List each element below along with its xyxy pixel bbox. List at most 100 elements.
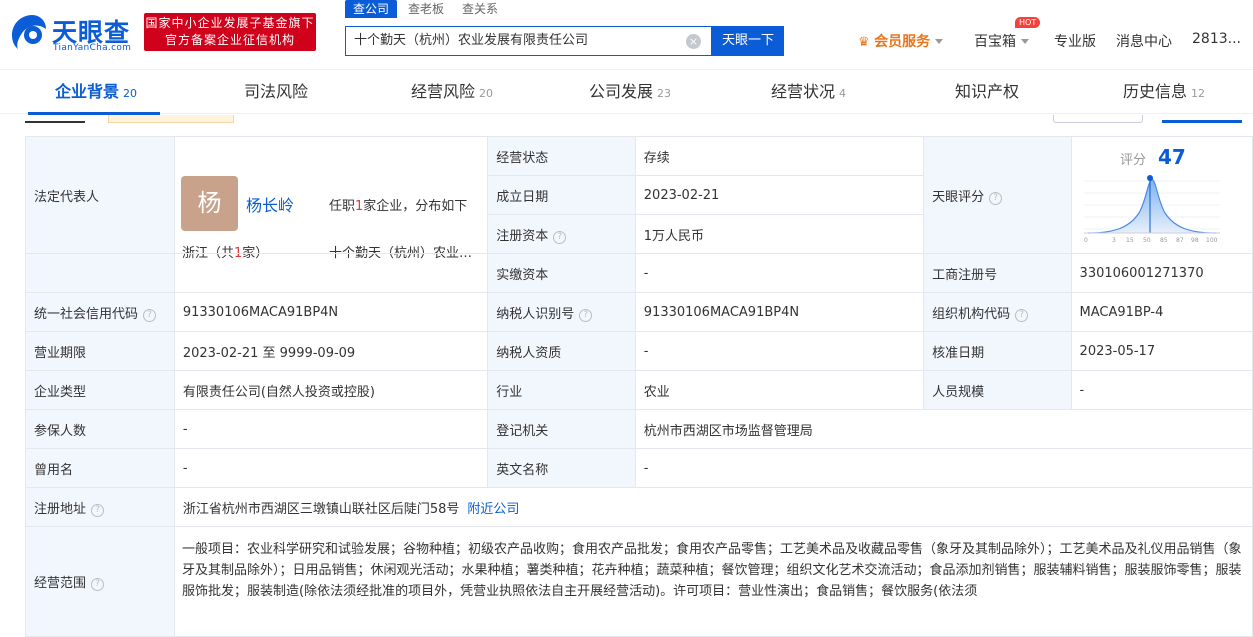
help-icon[interactable]: ? bbox=[989, 191, 1003, 205]
nearby-companies-link[interactable]: 附近公司 bbox=[467, 502, 519, 517]
reg-capital-label: 注册资本 bbox=[496, 228, 549, 244]
tax-id-value: 91330106MACA91BP4N bbox=[634, 292, 925, 332]
chevron-down-icon bbox=[1021, 39, 1029, 44]
score-distribution-chart: 0 3 15 50 85 87 98 100 bbox=[1083, 175, 1220, 244]
help-icon[interactable]: ? bbox=[553, 230, 567, 244]
reg-capital-value: 1万人民币 bbox=[634, 214, 925, 254]
user-menu[interactable]: 2813... bbox=[1192, 31, 1241, 47]
reg-address-label: 注册地址 bbox=[34, 501, 87, 517]
former-name-label: 曾用名 bbox=[25, 448, 175, 488]
reg-authority-value: 杭州市西湖区市场监督管理局 bbox=[634, 409, 1253, 449]
help-icon[interactable]: ? bbox=[1015, 308, 1029, 322]
paid-capital-label: 实缴资本 bbox=[487, 253, 636, 293]
search-box: × bbox=[345, 26, 712, 56]
legal-rep-cell-continued bbox=[173, 253, 489, 293]
reg-address-label-cell: 注册地址? bbox=[25, 487, 175, 527]
vip-label: 会员服务 bbox=[874, 34, 931, 50]
tab-count: 4 bbox=[839, 87, 847, 100]
tab-label: 企业背景 bbox=[55, 82, 120, 101]
export-button-fragment[interactable] bbox=[1053, 115, 1143, 123]
tab-label: 知识产权 bbox=[955, 82, 1020, 101]
tax-id-label: 纳税人识别号 bbox=[496, 306, 575, 322]
former-name-value: - bbox=[173, 448, 489, 488]
search-input[interactable] bbox=[354, 27, 684, 55]
score-label: 天眼评分 bbox=[932, 189, 985, 205]
score-axis-ticks: 0 3 15 50 85 87 98 100 bbox=[1084, 237, 1218, 244]
tab-history-info[interactable]: 历史信息 12 bbox=[1123, 80, 1205, 104]
taxpayer-qual-label: 纳税人资质 bbox=[487, 331, 636, 371]
insured-count-value: - bbox=[173, 409, 489, 449]
tab-legal-risk[interactable]: 司法风险 bbox=[244, 80, 312, 104]
approval-date-value: 2023-05-17 bbox=[1070, 331, 1253, 371]
credit-code-label: 统一社会信用代码 bbox=[34, 306, 139, 322]
tab-label: 公司发展 bbox=[589, 82, 654, 101]
help-icon[interactable]: ? bbox=[91, 578, 105, 591]
help-icon[interactable]: ? bbox=[143, 308, 157, 322]
badge-line2: 官方备案企业征信机构 bbox=[164, 33, 295, 47]
search-tab-relation[interactable]: 查关系 bbox=[462, 0, 498, 18]
org-code-label-cell: 组织机构代码? bbox=[923, 292, 1072, 332]
tab-company-background[interactable]: 企业背景 20 bbox=[55, 80, 137, 104]
english-name-value: - bbox=[634, 448, 1253, 488]
status-value: 存续 bbox=[634, 136, 925, 176]
pro-version-link[interactable]: 专业版 bbox=[1054, 31, 1096, 51]
credit-code-label-cell: 统一社会信用代码? bbox=[25, 292, 175, 332]
search-tab-boss[interactable]: 查老板 bbox=[408, 0, 444, 18]
industry-label: 行业 bbox=[487, 370, 636, 410]
business-scope-label-cell: 经营范围? bbox=[25, 526, 175, 637]
found-date-value: 2023-02-21 bbox=[634, 175, 925, 215]
business-term-label: 营业期限 bbox=[25, 331, 175, 371]
reg-number-label: 工商注册号 bbox=[923, 253, 1072, 293]
score-label-cell: 天眼评分? bbox=[923, 136, 1072, 254]
tab-operating-risk[interactable]: 经营风险 20 bbox=[411, 80, 493, 104]
english-name-label: 英文名称 bbox=[487, 448, 636, 488]
legal-rep-label-continued bbox=[25, 253, 175, 293]
tab-label: 司法风险 bbox=[244, 82, 309, 101]
company-type-label: 企业类型 bbox=[25, 370, 175, 410]
score-tick: 100 bbox=[1206, 237, 1218, 244]
score-marker-dot bbox=[1146, 175, 1153, 181]
treasure-label: 百宝箱 bbox=[974, 34, 1016, 50]
tab-operating-status[interactable]: 经营状况 4 bbox=[771, 80, 846, 104]
section-tag-fragment bbox=[108, 115, 234, 123]
treasure-box-menu[interactable]: 百宝箱 bbox=[974, 31, 1029, 51]
badge-line1: 国家中小企业发展子基金旗下 bbox=[145, 16, 315, 30]
company-type-value: 有限责任公司(自然人投资或控股) bbox=[173, 370, 489, 410]
score-tick: 87 bbox=[1176, 237, 1184, 244]
help-icon[interactable]: ? bbox=[579, 308, 593, 322]
reg-authority-label: 登记机关 bbox=[487, 409, 636, 449]
legal-rep-cell bbox=[173, 136, 489, 254]
score-curve-area bbox=[1087, 179, 1216, 233]
top-header: 天眼查 TianYanCha.com 国家中小企业发展子基金旗下 官方备案企业征… bbox=[0, 0, 1253, 70]
insured-count-label: 参保人数 bbox=[25, 409, 175, 449]
brand-mark-fragment bbox=[1162, 115, 1242, 123]
tab-count: 20 bbox=[123, 87, 138, 100]
tab-company-development[interactable]: 公司发展 23 bbox=[589, 80, 671, 104]
paid-capital-value: - bbox=[634, 253, 925, 293]
reg-number-value: 330106001271370 bbox=[1070, 253, 1253, 293]
tab-label: 经营状况 bbox=[771, 82, 836, 101]
found-date-label: 成立日期 bbox=[487, 175, 636, 215]
score-tick: 50 bbox=[1143, 237, 1151, 244]
search-tab-company[interactable]: 查公司 bbox=[345, 0, 398, 18]
score-tick: 3 bbox=[1112, 237, 1116, 244]
org-code-value: MACA91BP-4 bbox=[1070, 292, 1253, 332]
reg-address-cell: 浙江省杭州市西湖区三墩镇山联社区后陡门58号 附近公司 bbox=[173, 487, 1253, 527]
business-scope-label: 经营范围 bbox=[34, 576, 87, 591]
score-tick: 98 bbox=[1191, 237, 1199, 244]
staff-size-value: - bbox=[1070, 370, 1253, 410]
tab-intellectual-property[interactable]: 知识产权 bbox=[955, 80, 1023, 104]
message-center-link[interactable]: 消息中心 bbox=[1116, 31, 1172, 51]
clear-icon[interactable]: × bbox=[686, 34, 701, 49]
business-term-value: 2023-02-21 至 9999-09-09 bbox=[173, 331, 489, 371]
crown-icon: ♛ bbox=[858, 35, 870, 50]
vip-service-menu[interactable]: ♛ 会员服务 bbox=[858, 31, 944, 51]
official-badge: 国家中小企业发展子基金旗下 官方备案企业征信机构 bbox=[144, 13, 316, 51]
reg-address-value: 浙江省杭州市西湖区三墩镇山联社区后陡门58号 bbox=[182, 501, 460, 517]
tab-count: 23 bbox=[657, 87, 672, 100]
tab-label: 历史信息 bbox=[1123, 82, 1188, 101]
help-icon[interactable]: ? bbox=[91, 503, 105, 517]
tianyancha-logo[interactable]: 天眼查 TianYanCha.com bbox=[8, 9, 134, 55]
search-button[interactable]: 天眼一下 bbox=[712, 26, 784, 56]
business-scope-value: 一般项目：农业科学研究和试验发展；谷物种植；初级农产品收购；食用农产品批发；食用… bbox=[182, 542, 1242, 599]
